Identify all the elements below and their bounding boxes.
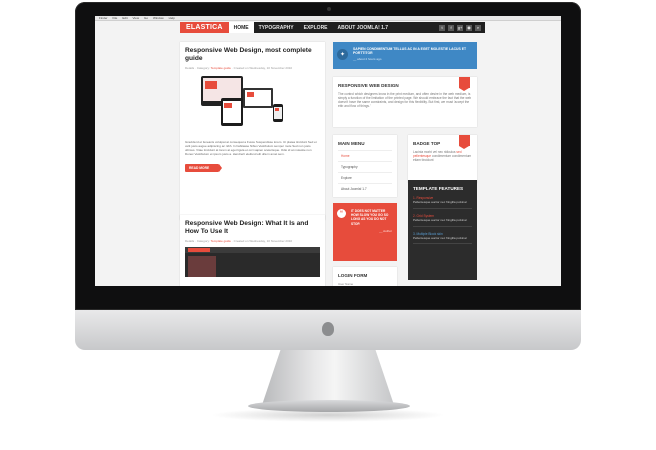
imac-stand	[262, 350, 394, 405]
username-label: User Name	[338, 282, 354, 286]
widget-text: The control which designers know in the …	[338, 92, 472, 108]
article-card-1: Responsive Web Design, most complete gui…	[180, 42, 325, 220]
menu-item-about[interactable]: About Joomla! 1.7	[338, 183, 392, 194]
widget-title: LOGIN FORM	[338, 273, 368, 278]
read-more-button[interactable]: READ MORE	[185, 164, 223, 172]
widget-title: TEMPLATE FEATURES	[413, 186, 464, 191]
rss-icon[interactable]: ◉	[466, 24, 472, 31]
bookmark-tag-icon	[459, 135, 470, 149]
feature-desc: Pellentesque auctor nec fringilla pulvin…	[413, 200, 467, 204]
os-menubar: Finder File Edit View Go Window Help	[95, 16, 561, 21]
quote-widget: “ IT DOES NOT MATTER HOW SLOW YOU GO SO …	[333, 203, 397, 261]
os-menu-edit[interactable]: Edit	[122, 16, 127, 20]
bookmark-tag-icon	[459, 77, 470, 91]
nav-explore[interactable]: EXPLORE	[299, 22, 333, 33]
imac-foot	[248, 400, 410, 412]
screen: Finder File Edit View Go Window Help ELA…	[95, 16, 561, 286]
menu-item-typography[interactable]: Typography	[338, 161, 392, 172]
widget-text: Lacinia morbi vel nec ridiculus sed pell…	[413, 150, 472, 162]
os-menu-help[interactable]: Help	[169, 16, 175, 20]
widget-title: RESPONSIVE WEB DESIGN	[338, 83, 399, 88]
tweet-text: SAPIEN CONDIMENTUM TELLUS AC IN A EGET M…	[353, 47, 467, 56]
os-menu-finder[interactable]: Finder	[99, 16, 108, 20]
search-icon[interactable]: ⌕	[475, 24, 481, 31]
article-excerpt: Gravida id et feneanis volutpat at conse…	[185, 140, 317, 156]
feature-item: 3. Multiple Block skin Pellentesque auct…	[413, 232, 472, 245]
site-navbar: ELASTICA HOME TYPOGRAPHY EXPLORE ABOUT J…	[180, 22, 485, 33]
menu-item-home[interactable]: Home	[338, 150, 392, 161]
quote-text: IT DOES NOT MATTER HOW SLOW YOU GO SO LO…	[351, 209, 389, 226]
article-meta: Details · Category: Template guide · Cre…	[185, 66, 293, 70]
badge-top-widget: BADGE TOP Lacinia morbi vel nec ridiculu…	[408, 135, 477, 183]
quote-author: __ Author	[379, 228, 392, 233]
nav-typography[interactable]: TYPOGRAPHY	[254, 22, 299, 33]
feature-heading[interactable]: 3. Multiple Block skin	[413, 232, 472, 236]
feature-item: 1. Responsive Pellentesque auctor nec fr…	[413, 196, 472, 209]
apple-logo-icon	[322, 322, 334, 336]
os-menu-view[interactable]: View	[133, 16, 139, 20]
login-widget: LOGIN FORM User Name	[333, 267, 397, 286]
feature-item: 2. Grid System Pellentesque auctor nec f…	[413, 214, 472, 227]
template-features-widget: TEMPLATE FEATURES 1. Responsive Pellente…	[408, 180, 477, 280]
twitter-widget: ✦ SAPIEN CONDIMENTUM TELLUS AC IN A EGET…	[333, 42, 477, 69]
quote-icon: “	[337, 209, 346, 218]
main-menu-widget: MAIN MENU Home Typography Explore About …	[333, 135, 397, 197]
article-image-screenshot	[185, 247, 320, 277]
google-plus-icon[interactable]: g+	[457, 24, 463, 31]
widget-title: MAIN MENU	[338, 141, 365, 146]
twitter-bird-icon: ✦	[337, 49, 348, 60]
camera-icon	[327, 7, 331, 11]
site-logo[interactable]: ELASTICA	[180, 22, 229, 33]
category-link[interactable]: Template guide	[211, 239, 231, 243]
os-menu-window[interactable]: Window	[153, 16, 164, 20]
feature-desc: Pellentesque auctor nec fringilla pulvin…	[413, 217, 467, 222]
phone-device-image	[273, 104, 283, 122]
menu-item-explore[interactable]: Explore	[338, 172, 392, 183]
facebook-icon[interactable]: f	[448, 24, 454, 31]
nav-home[interactable]: HOME	[228, 22, 254, 33]
feature-desc: Pellentesque auctor nec fringilla pulvin…	[413, 235, 467, 240]
twitter-icon[interactable]: t	[439, 24, 445, 31]
tablet-device-image	[221, 98, 243, 126]
category-link[interactable]: Template guide	[211, 66, 231, 70]
responsive-widget: RESPONSIVE WEB DESIGN The control which …	[333, 77, 477, 127]
article-card-2: Responsive Web Design: What It Is and Ho…	[180, 215, 325, 286]
tweet-time[interactable]: __ about 2 hours ago	[353, 57, 472, 61]
nav-about[interactable]: ABOUT JOOMLA! 1.7	[333, 22, 394, 33]
article-meta: Details · Category: Template guide · Cre…	[185, 239, 293, 243]
laptop-device-image	[243, 88, 273, 108]
main-menu-list: Home Typography Explore About Joomla! 1.…	[338, 150, 392, 194]
article-title[interactable]: Responsive Web Design, most complete gui…	[185, 47, 320, 63]
os-menu-go[interactable]: Go	[144, 16, 148, 20]
social-icons: t f g+ ◉ ⌕	[439, 24, 485, 31]
article-title[interactable]: Responsive Web Design: What It Is and Ho…	[185, 220, 320, 236]
os-menu-file[interactable]: File	[113, 16, 118, 20]
article-image-devices	[185, 74, 320, 136]
